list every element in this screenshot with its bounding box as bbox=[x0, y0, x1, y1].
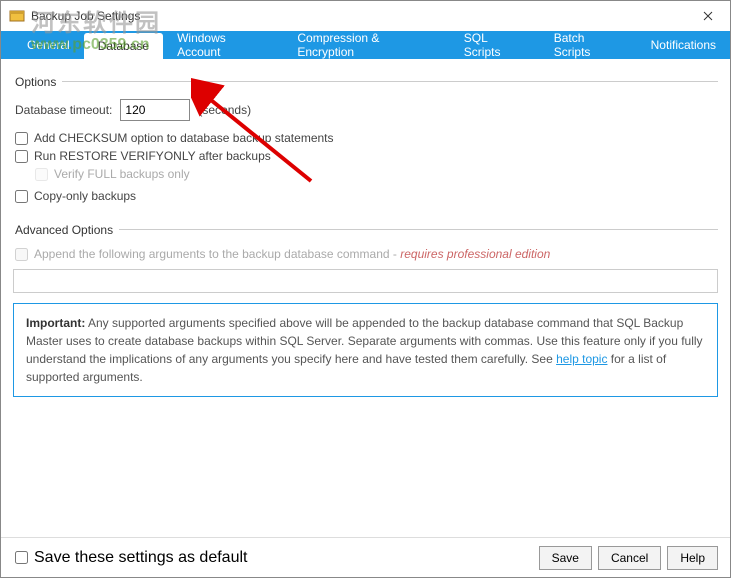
tab-sql-scripts[interactable]: SQL Scripts bbox=[450, 31, 540, 59]
options-legend: Options bbox=[15, 75, 56, 89]
advanced-legend: Advanced Options bbox=[15, 223, 113, 237]
close-icon bbox=[703, 11, 713, 21]
save-default-label: Save these settings as default bbox=[34, 549, 247, 567]
titlebar: Backup Job Settings bbox=[1, 1, 730, 31]
save-default-checkbox[interactable] bbox=[15, 551, 28, 564]
tab-batch-scripts[interactable]: Batch Scripts bbox=[540, 31, 637, 59]
save-button[interactable]: Save bbox=[539, 546, 592, 570]
append-args-input bbox=[13, 269, 718, 293]
checksum-label: Add CHECKSUM option to database backup s… bbox=[34, 131, 334, 145]
window-title: Backup Job Settings bbox=[31, 9, 140, 23]
copy-only-checkbox[interactable] bbox=[15, 190, 28, 203]
cancel-button[interactable]: Cancel bbox=[598, 546, 661, 570]
help-button[interactable]: Help bbox=[667, 546, 718, 570]
append-args-label: Append the following arguments to the ba… bbox=[34, 247, 550, 261]
restore-verify-checkbox[interactable] bbox=[15, 150, 28, 163]
tab-notifications[interactable]: Notifications bbox=[637, 31, 730, 59]
tab-compression[interactable]: Compression & Encryption bbox=[283, 31, 449, 59]
copy-only-label: Copy-only backups bbox=[34, 189, 136, 203]
close-button[interactable] bbox=[685, 1, 730, 31]
timeout-input[interactable] bbox=[120, 99, 190, 121]
tab-bar: General Database Windows Account Compres… bbox=[1, 31, 730, 59]
footer: Save these settings as default Save Canc… bbox=[1, 537, 730, 577]
timeout-label: Database timeout: bbox=[15, 103, 112, 117]
verify-full-checkbox bbox=[35, 168, 48, 181]
tab-database[interactable]: Database bbox=[84, 33, 163, 59]
app-icon bbox=[9, 8, 25, 24]
append-args-checkbox bbox=[15, 248, 28, 261]
verify-full-label: Verify FULL backups only bbox=[54, 167, 190, 181]
timeout-unit: (seconds) bbox=[198, 103, 251, 117]
checksum-checkbox[interactable] bbox=[15, 132, 28, 145]
help-topic-link[interactable]: help topic bbox=[556, 352, 607, 366]
info-important: Important: bbox=[26, 316, 85, 330]
tab-windows-account[interactable]: Windows Account bbox=[163, 31, 283, 59]
content-panel: Options Database timeout: (seconds) Add … bbox=[1, 59, 730, 407]
tab-general[interactable]: General bbox=[13, 31, 84, 59]
info-box: Important: Any supported arguments speci… bbox=[13, 303, 718, 397]
restore-verify-label: Run RESTORE VERIFYONLY after backups bbox=[34, 149, 271, 163]
